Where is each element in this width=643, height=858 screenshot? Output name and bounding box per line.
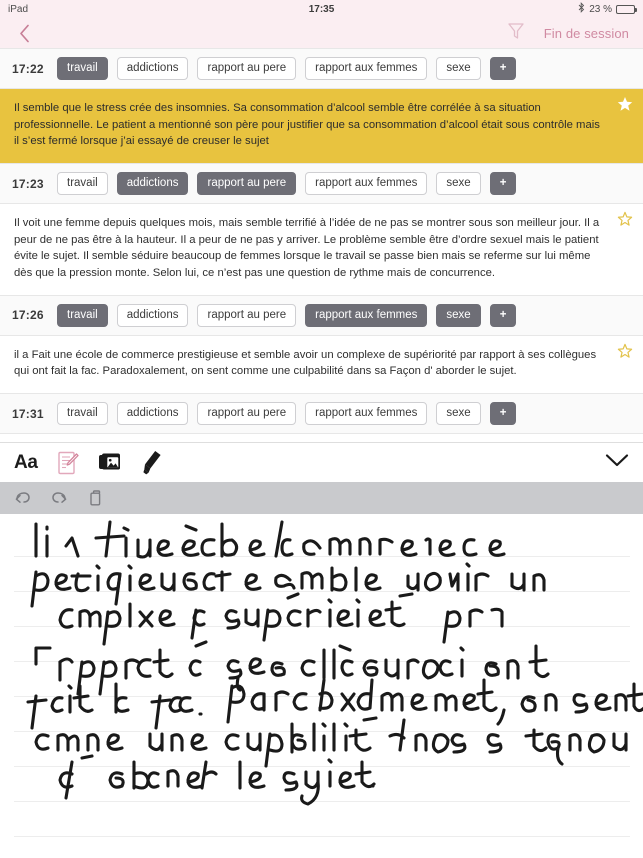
add-tag-button[interactable]: +	[489, 303, 517, 327]
undo-icon[interactable]	[13, 490, 31, 506]
tag-rapport-aux-femmes[interactable]: rapport aux femmes	[305, 303, 428, 327]
tag-rapport-au-pere[interactable]: rapport au pere	[197, 402, 297, 426]
handwriting-canvas[interactable]	[0, 514, 643, 858]
note-entry[interactable]: Il semble que le stress crée des insomni…	[0, 89, 643, 163]
handwritten-ink	[26, 520, 643, 806]
tag-sexe[interactable]: sexe	[436, 57, 481, 81]
status-clock: 17:35	[308, 3, 335, 15]
chevron-left-icon[interactable]	[14, 23, 34, 43]
tag-rapport-aux-femmes[interactable]: rapport aux femmes	[305, 172, 428, 196]
battery-icon	[616, 4, 637, 14]
end-session-button[interactable]: Fin de session	[544, 26, 629, 41]
add-tag-button[interactable]: +	[489, 402, 517, 426]
funnel-icon[interactable]	[506, 21, 526, 46]
add-tag-button[interactable]: +	[489, 57, 517, 81]
tag-rapport-au-pere[interactable]: rapport au pere	[197, 172, 297, 196]
tag-rapport-aux-femmes[interactable]: rapport aux femmes	[305, 402, 428, 426]
note-text: Il voit une femme depuis quelques mois, …	[14, 217, 600, 279]
tag-sexe[interactable]: sexe	[436, 172, 481, 196]
tag-rapport-au-pere[interactable]: rapport au pere	[197, 303, 297, 327]
redo-icon[interactable]	[51, 490, 69, 506]
star-outline-icon[interactable]	[617, 211, 633, 227]
pen-icon[interactable]	[142, 449, 164, 476]
tag-row: 17:31 travail addictions rapport au pere…	[0, 393, 643, 435]
status-bar: iPad 17:35 23 %	[0, 0, 643, 18]
feed-editor-spacer	[0, 434, 643, 443]
tag-row: 17:22 travail addictions rapport au pere…	[0, 48, 643, 90]
tag-travail[interactable]: travail	[57, 57, 108, 81]
add-tag-button[interactable]: +	[489, 172, 517, 196]
tag-travail[interactable]: travail	[57, 172, 108, 196]
bluetooth-icon	[578, 2, 585, 16]
tag-rapport-aux-femmes[interactable]: rapport aux femmes	[305, 57, 428, 81]
star-filled-icon[interactable]	[617, 96, 633, 112]
note-entry[interactable]: il a Fait une école de commerce prestigi…	[0, 335, 643, 393]
tag-sexe[interactable]: sexe	[436, 402, 481, 426]
session-feed: 17:22 travail addictions rapport au pere…	[0, 48, 643, 435]
note-text: Il semble que le stress crée des insomni…	[14, 102, 600, 148]
note-edit-icon[interactable]	[56, 450, 80, 476]
photos-icon[interactable]	[98, 451, 124, 474]
tag-sexe[interactable]: sexe	[436, 303, 481, 327]
star-outline-icon[interactable]	[617, 343, 633, 359]
note-entry[interactable]: Il voit une femme depuis quelques mois, …	[0, 204, 643, 295]
tag-row: 17:26 travail addictions rapport au pere…	[0, 294, 643, 336]
tag-addictions[interactable]: addictions	[116, 303, 189, 327]
entry-timestamp: 17:23	[12, 176, 44, 191]
tag-row: 17:23 travail addictions rapport au pere…	[0, 163, 643, 205]
tag-addictions[interactable]: addictions	[116, 402, 189, 426]
battery-percent-label: 23 %	[589, 3, 612, 15]
ipad-session-notes-screen: iPad 17:35 23 % Fin de session 17:22 tra…	[0, 0, 643, 858]
entry-timestamp: 17:22	[12, 61, 44, 76]
tag-rapport-au-pere[interactable]: rapport au pere	[197, 57, 297, 81]
editor-toolbar: Aa	[0, 442, 643, 483]
entry-timestamp: 17:26	[12, 308, 44, 323]
tag-addictions[interactable]: addictions	[116, 57, 189, 81]
paste-icon[interactable]	[89, 490, 104, 507]
undo-redo-bar	[0, 482, 643, 515]
chevron-down-icon[interactable]	[605, 453, 629, 473]
entry-timestamp: 17:31	[12, 406, 44, 421]
navigation-bar: Fin de session	[0, 18, 643, 48]
tag-travail[interactable]: travail	[57, 402, 108, 426]
note-text: il a Fait une école de commerce prestigi…	[14, 348, 597, 378]
tag-travail[interactable]: travail	[57, 303, 108, 327]
text-style-button[interactable]: Aa	[14, 452, 38, 474]
tag-addictions[interactable]: addictions	[116, 172, 189, 196]
